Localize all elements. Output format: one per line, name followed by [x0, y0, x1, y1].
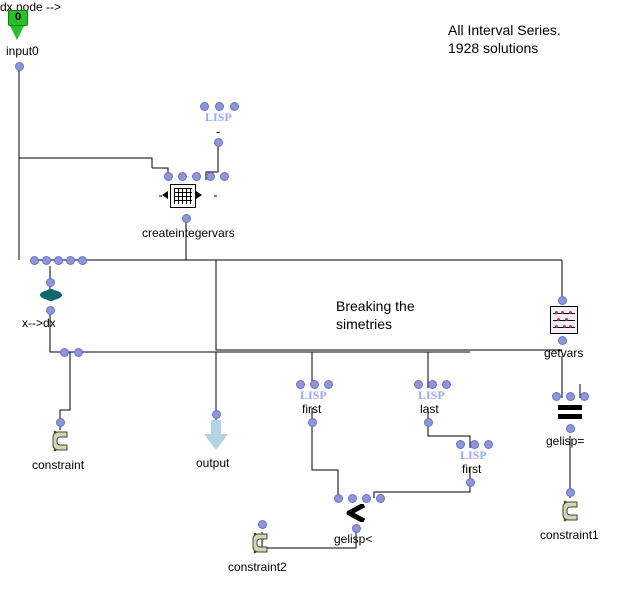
port[interactable] [558, 336, 567, 345]
port[interactable] [470, 440, 479, 449]
lisp-tag-minus: LISP [205, 110, 232, 125]
port[interactable] [78, 256, 87, 265]
port[interactable] [580, 392, 589, 401]
label-gelisp-lt: gelisp< [334, 532, 372, 546]
port[interactable] [182, 214, 191, 223]
port[interactable] [42, 256, 51, 265]
port[interactable] [46, 278, 55, 287]
input-badge: 0 [8, 10, 28, 26]
port[interactable] [334, 494, 343, 503]
label-output: output [196, 456, 229, 470]
port[interactable] [215, 102, 224, 111]
port[interactable] [56, 418, 65, 427]
port[interactable] [74, 348, 83, 357]
port[interactable] [428, 380, 437, 389]
constraint1-icon[interactable] [560, 498, 582, 524]
port[interactable] [178, 172, 187, 181]
port[interactable] [214, 138, 223, 147]
chevron-left-icon [162, 191, 168, 199]
lisp-tag-first1: LISP [300, 388, 327, 403]
port[interactable] [566, 488, 575, 497]
constraint2-icon[interactable] [250, 530, 272, 556]
port[interactable] [308, 418, 317, 427]
port[interactable] [66, 256, 75, 265]
page-title-line2: 1928 solutions [448, 40, 538, 56]
label-xdx: x-->dx [22, 316, 56, 330]
equals-icon[interactable] [558, 404, 582, 420]
label-createintegervars: createintegervars [142, 226, 235, 240]
port[interactable] [230, 102, 239, 111]
port[interactable] [296, 380, 305, 389]
port[interactable] [442, 380, 451, 389]
output-arrow-icon[interactable] [204, 420, 228, 450]
port[interactable] [376, 494, 385, 503]
label-constraint1: constraint1 [540, 528, 599, 542]
port[interactable] [348, 494, 357, 503]
port[interactable] [362, 494, 371, 503]
lisp-tag-last: LISP [418, 388, 445, 403]
label-constraint2: constraint2 [228, 560, 287, 574]
port[interactable] [220, 172, 229, 181]
less-than-icon[interactable] [346, 504, 366, 522]
lisp-tag-first2: LISP [460, 448, 487, 463]
constraint-icon[interactable] [50, 428, 72, 454]
port[interactable] [558, 296, 567, 305]
abacus-icon[interactable] [550, 306, 578, 334]
port[interactable] [15, 62, 24, 71]
port[interactable] [212, 410, 221, 419]
port[interactable] [164, 172, 173, 181]
port[interactable] [424, 418, 433, 427]
label-last: last [420, 402, 439, 416]
chevron-right-icon [196, 191, 202, 199]
label-first1: first [302, 402, 321, 416]
page-title-line1: All Interval Series. [448, 22, 561, 38]
label-input0: input0 [6, 44, 39, 58]
wires: dx --> dx outlet to constraint & output … [0, 0, 640, 607]
port[interactable] [466, 478, 475, 487]
port[interactable] [484, 440, 493, 449]
port[interactable] [54, 256, 63, 265]
port[interactable] [46, 306, 55, 315]
port[interactable] [552, 392, 561, 401]
xdx-icon[interactable] [40, 290, 62, 300]
port[interactable] [414, 380, 423, 389]
port[interactable] [60, 348, 69, 357]
grid-icon [170, 184, 196, 208]
port[interactable] [200, 102, 209, 111]
label-constraint: constraint [32, 458, 84, 472]
port[interactable] [324, 380, 333, 389]
label-gelisp-eq: gelisp= [546, 434, 584, 448]
port[interactable] [566, 392, 575, 401]
port[interactable] [30, 256, 39, 265]
input-arrow-icon [10, 26, 24, 40]
label-getvars: getvars [544, 346, 583, 360]
port[interactable] [456, 440, 465, 449]
port[interactable] [192, 172, 201, 181]
port[interactable] [310, 380, 319, 389]
section-title-line1: Breaking the [336, 298, 415, 314]
port[interactable] [258, 520, 267, 529]
patch-canvas[interactable]: { "title": { "line1": "All Interval Seri… [0, 0, 640, 607]
section-title-line2: simetries [336, 316, 392, 332]
port[interactable] [566, 424, 575, 433]
label-first2: first [462, 462, 481, 476]
port[interactable] [206, 172, 215, 181]
lisp-minus-op: - [216, 124, 220, 139]
